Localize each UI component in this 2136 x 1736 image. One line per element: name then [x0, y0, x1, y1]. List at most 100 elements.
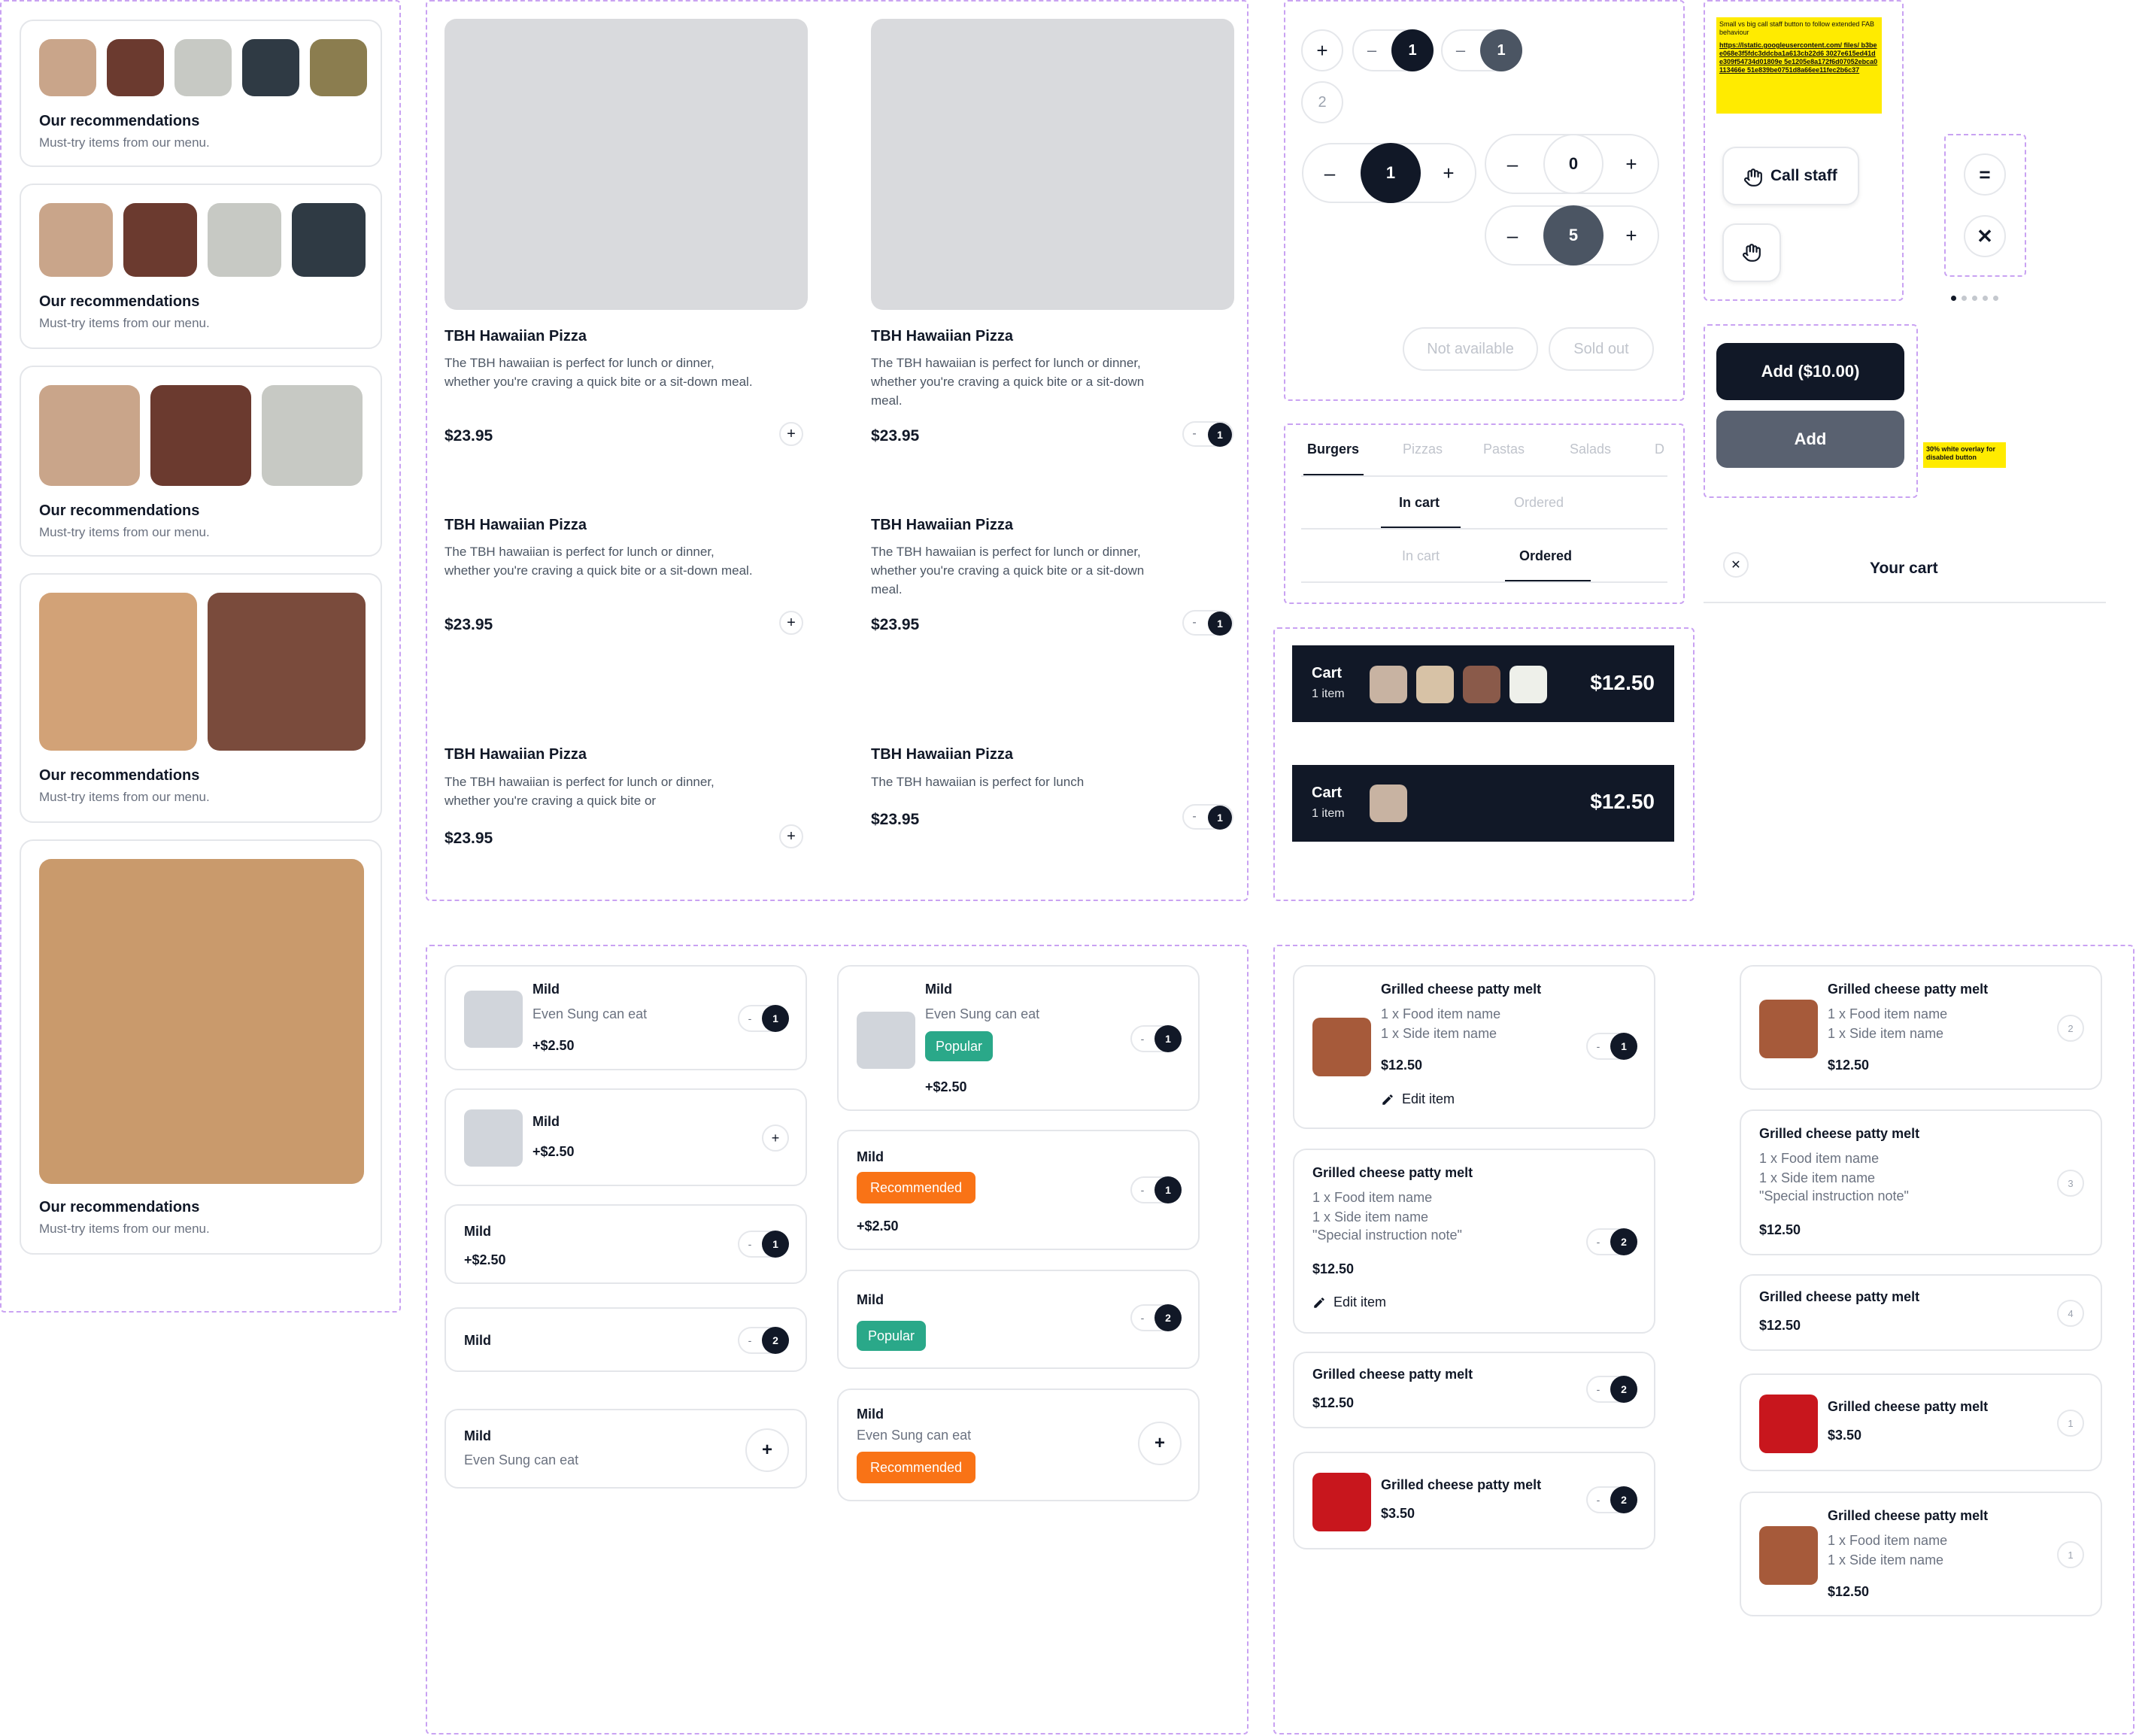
quantity-stepper[interactable]: - 1	[1182, 804, 1233, 830]
quantity-stepper[interactable]: - 2	[1586, 1486, 1637, 1513]
quantity-stepper[interactable]: - 2	[1586, 1228, 1637, 1255]
minus-icon[interactable]: -	[742, 1232, 757, 1256]
cart-bar[interactable]: Cart 1 item $12.50	[1292, 765, 1674, 842]
edit-item-link[interactable]: Edit item	[1312, 1294, 1386, 1310]
call-staff-small-button[interactable]	[1722, 223, 1781, 282]
quantity-circle[interactable]: 2	[1301, 81, 1343, 123]
cart-item-card[interactable]: Grilled cheese patty melt $12.50 - 2	[1293, 1352, 1655, 1428]
cart-item-card[interactable]: Grilled cheese patty melt 1 x Food item …	[1293, 1149, 1655, 1334]
minus-icon[interactable]: -	[1187, 612, 1202, 634]
minus-icon[interactable]: -	[1591, 1488, 1606, 1512]
ordered-item-card[interactable]: Grilled cheese patty melt $12.50 4	[1740, 1274, 2102, 1351]
quantity-stepper-large[interactable]: – 1 +	[1302, 143, 1476, 203]
cart-item-card[interactable]: Grilled cheese patty melt 1 x Food item …	[1293, 965, 1655, 1129]
minus-icon[interactable]: -	[1591, 1230, 1606, 1254]
minus-icon[interactable]: –	[1452, 31, 1470, 70]
option-name: Mild	[532, 982, 560, 997]
minus-icon[interactable]: –	[1363, 31, 1381, 70]
quantity-stepper[interactable]: - 2	[1130, 1304, 1182, 1331]
quantity-stepper[interactable]: - 1	[1130, 1025, 1182, 1052]
plus-icon[interactable]: +	[1620, 135, 1643, 193]
ordered-item-card[interactable]: Grilled cheese patty melt $3.50 1	[1740, 1373, 2102, 1471]
option-card[interactable]: Mild Even Sung can eat +	[444, 1409, 807, 1489]
tab-in-cart[interactable]: In cart	[1402, 548, 1440, 564]
quantity-stepper[interactable]: - 1	[738, 1231, 789, 1258]
dot[interactable]	[1962, 296, 1967, 301]
quantity-stepper[interactable]: - 2	[738, 1327, 789, 1354]
recommendation-card[interactable]: Our recommendations Must-try items from …	[20, 573, 382, 823]
add-price-button[interactable]: Add ($10.00)	[1716, 343, 1904, 400]
option-card[interactable]: Mild Even Sung can eat Popular +$2.50 - …	[837, 965, 1200, 1111]
menu-button[interactable]: =	[1964, 153, 2006, 196]
option-card[interactable]: Mild Popular - 2	[837, 1270, 1200, 1369]
tab-ordered[interactable]: Ordered	[1514, 495, 1564, 511]
tab-burgers[interactable]: Burgers	[1307, 442, 1359, 457]
quantity-stepper[interactable]: - 1	[1182, 610, 1233, 636]
quantity-stepper-disabled[interactable]: – 1	[1441, 29, 1522, 71]
add-button[interactable]: +	[779, 422, 803, 446]
dot-active[interactable]	[1951, 296, 1956, 301]
tab-salads[interactable]: Salads	[1570, 442, 1611, 457]
option-card[interactable]: Mild Recommended +$2.50 - 1	[837, 1130, 1200, 1250]
close-button[interactable]: ✕	[1723, 552, 1749, 578]
add-button[interactable]: +	[1138, 1422, 1182, 1465]
quantity-stepper-large[interactable]: – 0 +	[1485, 134, 1659, 194]
minus-icon[interactable]: -	[1187, 806, 1202, 828]
minus-icon[interactable]: -	[1135, 1178, 1150, 1202]
quantity-stepper[interactable]: – 1	[1352, 29, 1434, 71]
recommendation-card[interactable]: Our recommendations Must-try items from …	[20, 839, 382, 1255]
plus-icon[interactable]: +	[1437, 144, 1460, 202]
quantity-stepper[interactable]: - 1	[1182, 421, 1233, 447]
tab-ordered[interactable]: Ordered	[1519, 548, 1572, 564]
minus-icon[interactable]: -	[1135, 1306, 1150, 1330]
minus-icon[interactable]: -	[742, 1328, 757, 1352]
plus-icon: +	[1154, 1433, 1165, 1453]
add-button[interactable]: +	[779, 611, 803, 635]
close-button[interactable]: ✕	[1964, 215, 2006, 257]
tab-pastas[interactable]: Pastas	[1483, 442, 1525, 457]
minus-icon[interactable]: -	[1591, 1034, 1606, 1058]
add-button-disabled[interactable]: Add	[1716, 411, 1904, 468]
recommendation-card[interactable]: Our recommendations Must-try items from …	[20, 366, 382, 557]
ordered-item-card[interactable]: Grilled cheese patty melt 1 x Food item …	[1740, 1492, 2102, 1616]
cart-bar[interactable]: Cart 1 item $12.50	[1292, 645, 1674, 722]
dot[interactable]	[1983, 296, 1988, 301]
minus-icon[interactable]: –	[1501, 135, 1524, 193]
add-button[interactable]: +	[1301, 29, 1343, 71]
edit-item-link[interactable]: Edit item	[1381, 1091, 1455, 1107]
option-card[interactable]: Mild +$2.50 +	[444, 1088, 807, 1186]
cart-item-card[interactable]: Grilled cheese patty melt $3.50 - 2	[1293, 1452, 1655, 1549]
quantity-stepper-large-disabled[interactable]: – 5 +	[1485, 205, 1659, 266]
minus-icon[interactable]: -	[742, 1006, 757, 1030]
ordered-item-card[interactable]: Grilled cheese patty melt 1 x Food item …	[1740, 965, 2102, 1090]
minus-icon[interactable]: –	[1318, 144, 1341, 202]
minus-icon[interactable]: –	[1501, 207, 1524, 264]
tab-in-cart[interactable]: In cart	[1399, 495, 1440, 511]
dot[interactable]	[1993, 296, 1998, 301]
cart-item-name: Grilled cheese patty melt	[1828, 1399, 1989, 1414]
quantity-stepper[interactable]: - 1	[738, 1005, 789, 1032]
minus-icon[interactable]: -	[1591, 1377, 1606, 1401]
quantity-stepper[interactable]: - 1	[1130, 1176, 1182, 1203]
option-card[interactable]: Mild - 2	[444, 1307, 807, 1372]
ordered-item-card[interactable]: Grilled cheese patty melt 1 x Food item …	[1740, 1109, 2102, 1255]
minus-icon[interactable]: -	[1187, 423, 1202, 445]
pagination-dots[interactable]	[1951, 296, 2011, 303]
tab-pizzas[interactable]: Pizzas	[1403, 442, 1443, 457]
recommendation-card[interactable]: Our recommendations Must-try items from …	[20, 184, 382, 349]
quantity-stepper[interactable]: - 2	[1586, 1376, 1637, 1403]
minus-icon[interactable]: -	[1135, 1027, 1150, 1051]
recommendation-card[interactable]: Our recommendations Must-try items from …	[20, 20, 382, 167]
option-card[interactable]: Mild Even Sung can eat +$2.50 - 1	[444, 965, 807, 1070]
call-staff-button[interactable]: Call staff	[1722, 147, 1859, 205]
tab-d[interactable]: D	[1655, 442, 1664, 457]
option-card[interactable]: Mild Even Sung can eat Recommended +	[837, 1388, 1200, 1501]
quantity-stepper[interactable]: - 1	[1586, 1033, 1637, 1060]
option-card[interactable]: Mild +$2.50 - 1	[444, 1204, 807, 1284]
dot[interactable]	[1972, 296, 1977, 301]
add-button[interactable]: +	[745, 1428, 789, 1472]
add-button[interactable]: +	[779, 824, 803, 848]
plus-icon[interactable]: +	[1620, 207, 1643, 264]
add-button[interactable]: +	[762, 1124, 789, 1152]
cart-header-title: Your cart	[1870, 560, 1938, 577]
